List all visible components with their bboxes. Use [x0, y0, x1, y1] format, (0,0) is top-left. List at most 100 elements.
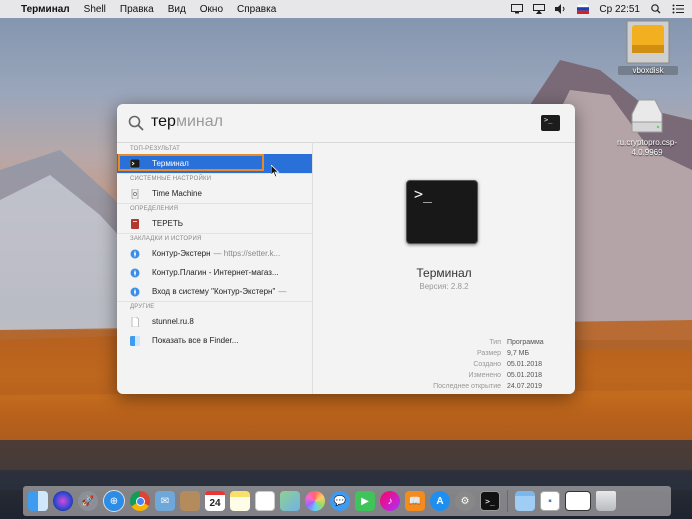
result-row-terminal[interactable]: Терминал [117, 154, 312, 173]
notes-icon[interactable] [230, 491, 250, 511]
menu-help[interactable]: Справка [230, 4, 283, 15]
result-url: — https://setter.k... [213, 249, 281, 258]
section-header: ТОП-РЕЗУЛЬТАТ [130, 146, 180, 152]
preview-app-name: Терминал [416, 266, 472, 280]
section-header: ЗАКЛАДКИ И ИСТОРИЯ [117, 233, 312, 244]
meta-row-size: Размер 9,7 МБ [413, 348, 544, 359]
preview-metadata: Тип Программа Размер 9,7 МБ Создано 05.01.2… [413, 337, 544, 392]
contacts-icon[interactable] [180, 491, 200, 511]
menu-shell[interactable]: Shell [77, 4, 113, 15]
spotlight-search-input[interactable]: терминал [151, 113, 223, 131]
section-header: ОПРЕДЕЛЕНИЯ [117, 203, 312, 214]
dictionary-icon [131, 218, 139, 229]
terminal-prompt-glyph: >_ [414, 185, 433, 203]
meta-value: 9,7 МБ [507, 350, 530, 357]
dock: 🚀 ⊕ ✉ 24 💬 ▶ ♪ 📖 A ⚙ >_ ▪ [23, 486, 671, 516]
result-label: Показать все в Finder... [152, 336, 239, 345]
meta-value: 24.07.2019 [507, 383, 543, 390]
terminal-icon: >_ [541, 115, 560, 131]
result-url: — [278, 287, 287, 296]
time-machine-icon [131, 188, 139, 199]
terminal-prompt-glyph: >_ [485, 496, 495, 506]
preview-app-version: Версия: 2.8.2 [419, 282, 469, 291]
meta-key: Изменено [468, 372, 501, 379]
meta-row-last-opened: Последнее открытие 24.07.2019 [413, 381, 544, 392]
meta-value: 05.01.2018 [507, 372, 543, 379]
meta-row-modified: Изменено 05.01.2018 [413, 370, 544, 381]
result-label: ТЕРЕТЬ [152, 219, 184, 228]
menu-view[interactable]: Вид [161, 4, 193, 15]
result-label: Time Machine [152, 189, 202, 198]
photos-icon[interactable] [305, 491, 325, 511]
menu-edit[interactable]: Правка [113, 4, 161, 15]
result-row-document[interactable]: stunnel.ru.8 [117, 312, 312, 331]
messages-icon[interactable]: 💬 [330, 491, 350, 511]
calendar-day: 24 [209, 497, 221, 509]
safari-icon [130, 248, 140, 259]
result-row-definition[interactable]: ТЕРЕТЬ [117, 214, 312, 233]
folder-icon[interactable] [515, 491, 535, 511]
itunes-icon[interactable]: ♪ [380, 491, 400, 511]
search-icon [128, 115, 144, 131]
app-menu-terminal[interactable]: Терминал [14, 4, 77, 15]
mouse-cursor-icon [271, 165, 280, 178]
desktop-icon-vboxdisk[interactable]: vboxdisk [618, 20, 678, 75]
safari-icon[interactable]: ⊕ [103, 490, 125, 512]
meta-row-created: Создано 05.01.2018 [413, 359, 544, 370]
menubar-clock[interactable]: Ср 22:51 [599, 4, 640, 15]
terminal-app-icon: >_ [406, 180, 478, 244]
desktop-icon-label: ru.cryptopro.csp-4.0.9969 [616, 138, 678, 157]
language-flag-icon[interactable] [577, 4, 590, 14]
highlight-outline [118, 154, 264, 171]
result-row-bookmark[interactable]: Контур.Плагин - Интернет-магаз... [117, 263, 312, 282]
spotlight-search-bar[interactable]: терминал >_ [117, 104, 575, 143]
meta-value: 05.01.2018 [507, 361, 543, 368]
spotlight-results-list: ТОП-РЕЗУЛЬТАТ Терминал СИСТЕМНЫЕ НАСТРОЙ… [117, 142, 312, 394]
result-row-bookmark[interactable]: Контур-Экстерн — https://setter.k... [117, 244, 312, 263]
calendar-icon[interactable]: 24 [205, 491, 225, 511]
result-label: Контур.Плагин - Интернет-магаз... [152, 268, 279, 277]
menu-window[interactable]: Окно [193, 4, 230, 15]
section-header: СИСТЕМНЫЕ НАСТРОЙКИ [117, 173, 312, 184]
window-icon[interactable] [565, 491, 591, 511]
dock-separator [507, 490, 508, 512]
desktop-wallpaper: Терминал Shell Правка Вид Окно Справка С… [0, 0, 692, 519]
result-row-bookmark[interactable]: Вход в систему "Контур-Экстерн" — [117, 282, 312, 301]
result-label: stunnel.ru.8 [152, 317, 194, 326]
volume-icon[interactable] [555, 4, 567, 14]
desktop-icon-cryptopro[interactable]: ru.cryptopro.csp-4.0.9969 [604, 96, 690, 158]
search-query-completion: минал [175, 113, 223, 130]
chrome-icon[interactable] [130, 491, 150, 511]
reminders-icon[interactable] [255, 491, 275, 511]
downloads-icon[interactable]: ▪ [540, 491, 560, 511]
notification-center-icon[interactable] [672, 4, 684, 14]
finder-icon [130, 335, 140, 346]
meta-value: Программа [507, 339, 544, 346]
meta-key: Создано [473, 361, 501, 368]
launchpad-icon[interactable]: 🚀 [78, 491, 98, 511]
document-icon [131, 316, 139, 327]
safari-icon [130, 267, 140, 278]
system-preferences-icon[interactable]: ⚙ [455, 491, 475, 511]
maps-icon[interactable] [280, 491, 300, 511]
finder-icon[interactable] [28, 491, 48, 511]
siri-icon[interactable] [53, 491, 73, 511]
spotlight-window: терминал >_ ТОП-РЕЗУЛЬТАТ Терминал СИСТЕ… [117, 104, 575, 394]
airplay-icon[interactable] [533, 4, 546, 14]
trash-icon[interactable] [596, 491, 616, 511]
ibooks-icon[interactable]: 📖 [405, 491, 425, 511]
terminal-icon[interactable]: >_ [480, 491, 500, 511]
result-row-time-machine[interactable]: Time Machine [117, 184, 312, 203]
terminal-prompt-glyph: >_ [544, 116, 553, 124]
display-icon[interactable] [511, 4, 524, 14]
app-store-icon[interactable]: A [430, 491, 450, 511]
facetime-icon[interactable]: ▶ [355, 491, 375, 511]
meta-key: Последнее открытие [433, 383, 501, 390]
menu-bar: Терминал Shell Правка Вид Окно Справка С… [0, 0, 692, 18]
spotlight-preview-pane: >_ Терминал Версия: 2.8.2 Тип Программа Р… [313, 142, 575, 394]
disk-drive-icon [626, 20, 670, 64]
mail-icon[interactable]: ✉ [155, 491, 175, 511]
result-label: Контур-Экстерн [152, 249, 211, 258]
result-row-show-in-finder[interactable]: Показать все в Finder... [117, 331, 312, 350]
spotlight-menu-icon[interactable] [650, 4, 662, 14]
